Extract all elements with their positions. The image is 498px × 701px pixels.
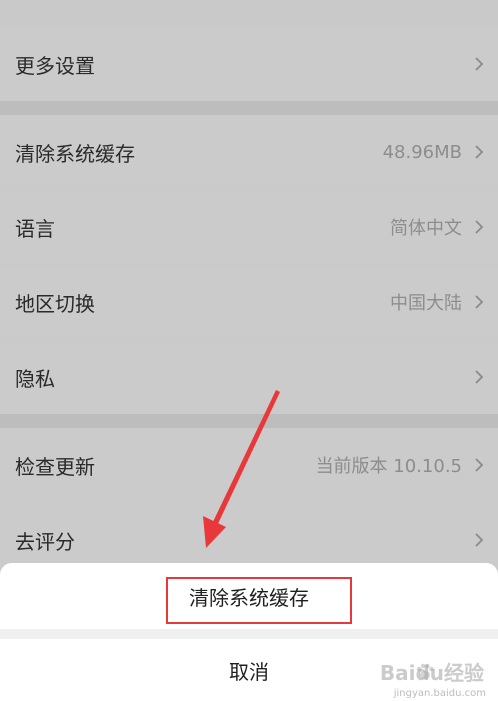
settings-row-language[interactable]: 语言 简体中文 (0, 190, 498, 264)
row-label: 检查更新 (15, 454, 95, 479)
chevron-right-icon (472, 292, 486, 312)
chevron-right-icon (472, 455, 486, 475)
chevron-right-icon (472, 530, 486, 550)
clear-cache-confirm-label: 清除系统缓存 (189, 585, 309, 610)
cancel-label: 取消 (229, 659, 269, 684)
section-divider (0, 101, 498, 115)
chevron-right-icon (472, 217, 486, 237)
chevron-right-icon (472, 142, 486, 162)
version-value: 当前版本 10.10.5 (315, 456, 462, 477)
row-label: 去评分 (15, 529, 75, 554)
settings-row-check-update[interactable]: 检查更新 当前版本 10.10.5 (0, 428, 498, 502)
row-label: 隐私 (15, 366, 55, 391)
row-label: 地区切换 (15, 291, 95, 316)
sheet-separator (0, 629, 498, 639)
row-label: 语言 (15, 216, 55, 241)
language-value: 简体中文 (390, 218, 462, 239)
settings-row-clear-cache[interactable]: 清除系统缓存 48.96MB (0, 115, 498, 189)
cancel-button[interactable]: 取消 (0, 639, 498, 701)
action-sheet: 清除系统缓存 取消 (0, 563, 498, 701)
settings-row-more-settings[interactable]: 更多设置 (0, 27, 498, 101)
chevron-right-icon (472, 367, 486, 387)
region-value: 中国大陆 (390, 293, 462, 314)
row-label: 清除系统缓存 (15, 141, 135, 166)
row-label: 更多设置 (15, 53, 95, 78)
settings-row-privacy[interactable]: 隐私 (0, 340, 498, 414)
section-divider (0, 414, 498, 428)
clear-cache-confirm-button[interactable]: 清除系统缓存 (0, 563, 498, 629)
chevron-right-icon (472, 54, 486, 74)
settings-row-region[interactable]: 地区切换 中国大陆 (0, 265, 498, 339)
cache-size-value: 48.96MB (382, 141, 462, 163)
